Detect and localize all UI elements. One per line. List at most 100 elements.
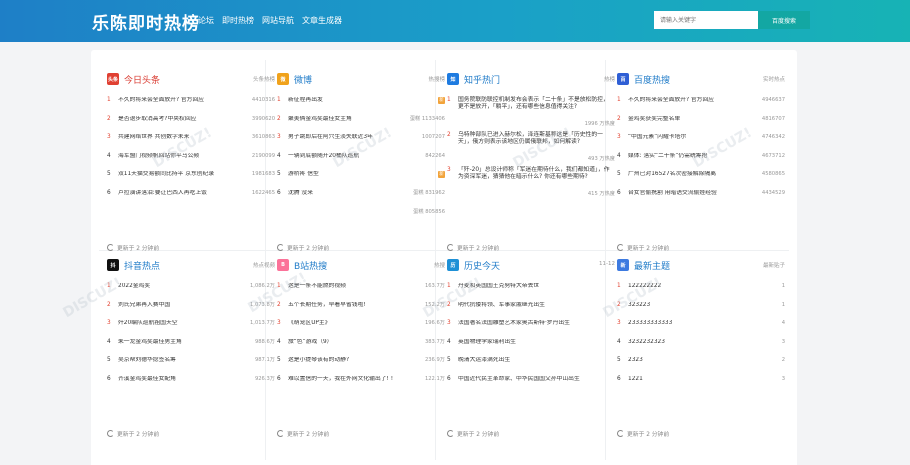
list-item[interactable]: 4 媒体: 落实“二十条”仍需统筹抢 4673712: [617, 153, 785, 172]
item-title[interactable]: 《萌宠区UP主》: [288, 320, 425, 327]
list-item[interactable]: 1 这是一条不能燃的视频 163.7万: [277, 283, 445, 302]
list-item[interactable]: 蛋糕 805856: [277, 209, 445, 228]
refresh-icon[interactable]: [447, 244, 454, 251]
item-title[interactable]: 明代抗倭将领、军事家戚继光出生: [458, 302, 615, 309]
site-logo[interactable]: 乐陈即时热榜: [92, 9, 200, 34]
list-item[interactable]: 4 一辆到底额随开20桶队巡航 842264: [277, 153, 445, 172]
item-title[interactable]: 沈腾 没来: [288, 190, 413, 197]
card-title[interactable]: 微微博: [277, 72, 312, 86]
list-item[interactable]: 3 233333333333 4: [617, 320, 785, 339]
card-title[interactable]: 百百度热搜: [617, 72, 670, 86]
item-title[interactable]: 233333333333: [628, 320, 782, 327]
item-title[interactable]: 共建网络世界 共创数字未来: [118, 134, 252, 141]
item-title[interactable]: 媒体: 落实“二十条”仍需统筹抢: [628, 153, 762, 160]
nav-item-forum[interactable]: 论坛: [198, 15, 214, 26]
item-title[interactable]: 五个长期任务，早看早省钱啦!: [288, 302, 425, 309]
item-title[interactable]: 刘氏兄弟再入赛中国: [118, 302, 250, 309]
item-title[interactable]: 齐溪金鸡奖最佳女配角: [118, 376, 255, 383]
card-title[interactable]: 知知乎热门: [447, 72, 500, 86]
nav-item-sites[interactable]: 网站导航: [262, 15, 294, 26]
item-title[interactable]: 不久的将来会全面放开? 官方回应: [628, 97, 762, 104]
item-title[interactable]: 1221: [628, 376, 782, 383]
list-item[interactable]: 1 122222222 1: [617, 283, 785, 302]
list-item[interactable]: 2 聚美俩金鸡奖最佳女主角 蛋糕 1133406: [277, 116, 445, 135]
item-title[interactable]: 乌特种部队已进入赫尔松，泽连斯基称这是「历史性的一天」，俄方则表示该地区仍属俄联…: [458, 132, 615, 146]
refresh-icon[interactable]: [107, 430, 114, 437]
list-item[interactable]: 4 海军盟门视频帆回站你平马公频 2190099: [107, 153, 275, 172]
list-item[interactable]: 2 明代抗倭将领、军事家戚继光出生: [447, 302, 615, 321]
list-item[interactable]: 1 不久的将来会全面放开? 官方回应 4946637: [617, 97, 785, 116]
item-title[interactable]: 「歼-20」总设计师称「军迷在期待什么，我们都知道」，作为资深军迷，猜猜他在暗示…: [458, 167, 615, 181]
nav-item-hot[interactable]: 即时热榜: [222, 15, 254, 26]
item-title[interactable]: 卢拉演讲落泪:要让巴西人再吃上饭: [118, 190, 252, 197]
item-title[interactable]: 晚清大运漆满死出生: [458, 357, 615, 364]
list-item[interactable]: 2 乌特种部队已进入赫尔松，泽连斯基称这是「历史性的一天」，俄方则表示该地区仍属俄…: [447, 132, 615, 167]
refresh-icon[interactable]: [107, 244, 114, 251]
item-title[interactable]: 不久的将来会全面放开? 官方回应: [118, 97, 252, 104]
list-item[interactable]: 2 刘氏兄弟再入赛中国 1,073.8万: [107, 302, 275, 321]
list-item[interactable]: 5 游桥疼 信型新: [277, 171, 445, 190]
item-title[interactable]: 男子跳即后在阿穴生淡失联近3年: [288, 134, 422, 141]
refresh-icon[interactable]: [617, 430, 624, 437]
list-item[interactable]: 1 国务院联防联控机制发布会表示「二十条」不是放松防控，更不是放开，「躺平」，还有…: [447, 97, 615, 132]
list-item[interactable]: 5 这是小提琴该有的动静? 236.9万: [277, 357, 445, 376]
item-title[interactable]: 这是小提琴该有的动静?: [288, 357, 425, 364]
nav-item-article-generator[interactable]: 文章生成器: [302, 15, 342, 26]
card-title[interactable]: 历历史今天: [447, 258, 500, 272]
refresh-icon[interactable]: [617, 244, 624, 251]
list-item[interactable]: 4 英国物理学家瑞利出生: [447, 339, 615, 358]
search-input[interactable]: [654, 11, 758, 29]
item-title[interactable]: 新征程再出发: [288, 97, 436, 104]
list-item[interactable]: 4 3232232323 3: [617, 339, 785, 358]
item-title[interactable]: 难以置信的一天，我在外网文化输出了! !: [288, 376, 425, 383]
list-item[interactable]: 5 广州已对16527名次密接解除隔离 4580865: [617, 171, 785, 190]
item-title[interactable]: 广州已对16527名次密接解除隔离: [628, 171, 762, 178]
item-title[interactable]: 122222222: [628, 283, 782, 290]
list-item[interactable]: 5 2323 2: [617, 357, 785, 376]
item-title[interactable]: 是否退步取消高考?中央权回应: [118, 116, 252, 123]
list-item[interactable]: 5 吴京帮刘德华捻签名筹 987.1万: [107, 357, 275, 376]
item-title[interactable]: 游桥疼 信型: [288, 171, 436, 178]
list-item[interactable]: 1 丹麦和英国国王克努特大帝去世: [447, 283, 615, 302]
list-item[interactable]: 4 旅“色”游戏（9） 383.7万: [277, 339, 445, 358]
item-title[interactable]: 323223: [628, 302, 782, 309]
item-title[interactable]: 吴京帮刘德华捻签名筹: [118, 357, 255, 364]
list-item[interactable]: 6 中国近代民主革命家、中华民国国父孙中山出生: [447, 376, 615, 395]
list-item[interactable]: 3 共建网络世界 共创数字未来 3610863: [107, 134, 275, 153]
item-title[interactable]: 3232232323: [628, 339, 782, 346]
item-title[interactable]: 一辆到底额随开20桶队巡航: [288, 153, 425, 160]
list-item[interactable]: 3 “中国元素”闪耀卡塔尔 4746342: [617, 134, 785, 153]
card-title[interactable]: 抖抖音热点: [107, 258, 160, 272]
item-title[interactable]: 这是一条不能燃的视频: [288, 283, 425, 290]
list-item[interactable]: 6 齐溪金鸡奖最佳女配角 926.3万: [107, 376, 275, 395]
item-title[interactable]: 国务院联防联控机制发布会表示「二十条」不是放松防控，更不是放开，「躺平」，还有哪…: [458, 97, 615, 111]
list-item[interactable]: 1 2022金鸡奖 1,086.2万: [107, 283, 275, 302]
item-title[interactable]: 旅“色”游戏（9）: [288, 339, 425, 346]
search-button[interactable]: 百度搜索: [758, 11, 810, 29]
list-item[interactable]: 2 五个长期任务，早看早省钱啦! 152.2万: [277, 302, 445, 321]
card-title[interactable]: B B站热搜: [277, 258, 327, 272]
list-item[interactable]: 3 法国著名法国雕塑艺术家奥古斯特·罗丹出生: [447, 320, 615, 339]
refresh-icon[interactable]: [277, 244, 284, 251]
item-title[interactable]: 金鸡奖获奖完整名单: [628, 116, 762, 123]
list-item[interactable]: 1 新征程再出发新: [277, 97, 445, 116]
item-title[interactable]: 2323: [628, 357, 782, 364]
item-title[interactable]: 歼20编队巡航祖国天空: [118, 320, 250, 327]
refresh-icon[interactable]: [447, 430, 454, 437]
list-item[interactable]: 3 《萌宠区UP主》 196.6万: [277, 320, 445, 339]
item-title[interactable]: 法国著名法国雕塑艺术家奥古斯特·罗丹出生: [458, 320, 615, 327]
list-item[interactable]: 6 1221 3: [617, 376, 785, 395]
list-item[interactable]: 2 是否退步取消高考?中央权回应 3990620: [107, 116, 275, 135]
list-item[interactable]: 5 双11天猫交易额同比持平 京东创纪录 1981683: [107, 171, 275, 190]
item-title[interactable]: 聚美俩金鸡奖最佳女主角: [288, 116, 410, 123]
item-title[interactable]: 台女官偷携割 用暗语交流偷娃经验: [628, 190, 762, 197]
list-item[interactable]: 6 沈腾 没来 蛋糕 831962: [277, 190, 445, 209]
list-item[interactable]: 6 台女官偷携割 用暗语交流偷娃经验 4434529: [617, 190, 785, 209]
list-item[interactable]: 1 不久的将来会全面放开? 官方回应 4410316: [107, 97, 275, 116]
list-item[interactable]: 2 323223 1: [617, 302, 785, 321]
refresh-icon[interactable]: [277, 430, 284, 437]
item-title[interactable]: 海军盟门视频帆回站你平马公频: [118, 153, 252, 160]
list-item[interactable]: 3 男子跳即后在阿穴生淡失联近3年 1007207: [277, 134, 445, 153]
card-title[interactable]: 头条 今日头条: [107, 72, 160, 86]
card-title[interactable]: 新最新主题: [617, 258, 670, 272]
